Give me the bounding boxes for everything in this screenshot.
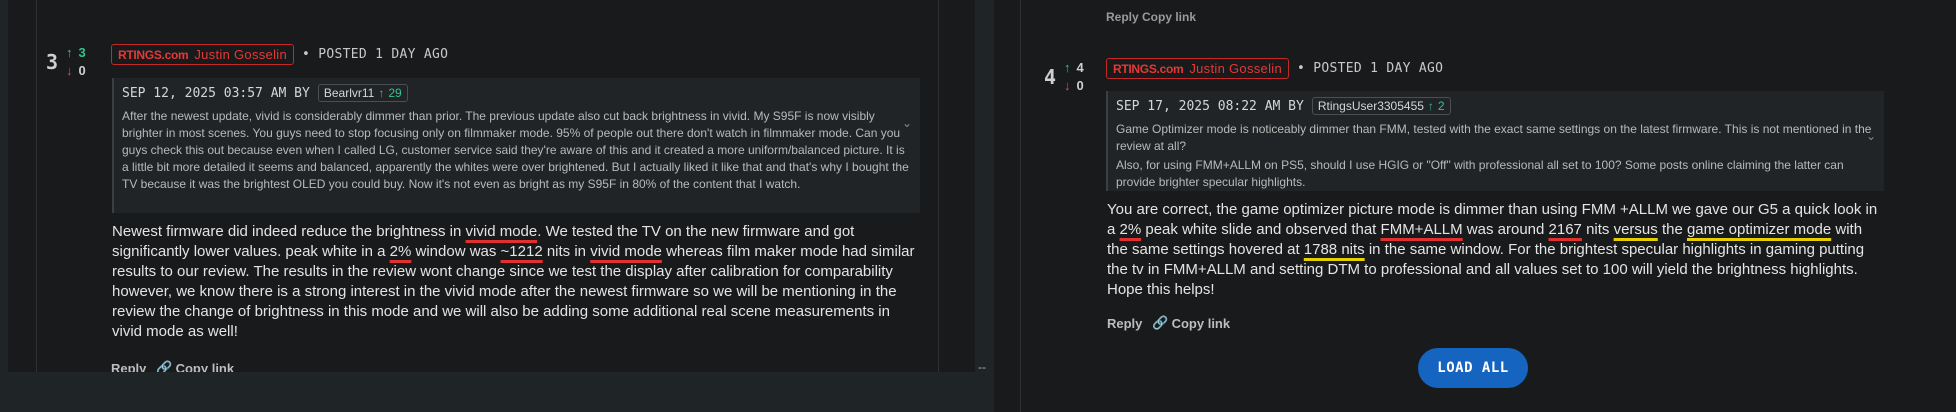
quote-user-votes: 29 — [388, 86, 402, 100]
rtings-logo: RTINGS.com — [118, 47, 189, 62]
downvote-count: 0 — [1076, 78, 1084, 93]
upvote-count: 4 — [1076, 60, 1084, 75]
quote-date: SEP 12, 2025 03:57 AM BY — [122, 85, 310, 101]
link-icon: 🔗 — [156, 360, 173, 372]
arrow-up-icon: ↑ — [1064, 60, 1071, 75]
rtings-logo: RTINGS.com — [1113, 61, 1184, 76]
downvote-button[interactable]: ↓ 0 — [66, 63, 86, 78]
posted-time: • POSTED 1 DAY AGO — [1297, 61, 1444, 76]
copy-link-button[interactable]: 🔗 Copy link — [156, 360, 234, 372]
quote-text: Also, for using FMM+ALLM on PS5, should … — [1116, 158, 1844, 189]
arrow-down-icon: ↓ — [1064, 78, 1071, 93]
arrow-up-icon: ↑ — [1427, 99, 1434, 113]
arrow-up-icon: ↑ — [66, 45, 73, 60]
author-badge[interactable]: RTINGS.com Justin Gosselin — [1106, 58, 1289, 79]
comment-panel-left: 3 ↑ 3 ↓ 0 RTINGS.com Justin Gosselin • POS… — [8, 0, 975, 372]
reply-button[interactable]: Reply — [1107, 315, 1142, 331]
comment-panel-right: Reply Copy link 4 ↑ 4 ↓ 0 RTINGS.com Justi… — [994, 0, 1956, 412]
author-name: Justin Gosselin — [1189, 61, 1282, 76]
quote-user-badge[interactable]: RtingsUser3305455 ↑ 2 — [1311, 97, 1451, 115]
load-all-button[interactable]: LOAD ALL — [1418, 348, 1528, 388]
vote-block: 4 ↑ 4 ↓ 0 — [1044, 60, 1084, 93]
comment-header: RTINGS.com Justin Gosselin • POSTED 1 DA… — [1106, 58, 1443, 79]
comment-header: RTINGS.com Justin Gosselin • POSTED 1 DA… — [111, 44, 448, 65]
comment-rank: 4 — [1044, 64, 1057, 89]
arrow-up-icon: ↑ — [378, 86, 385, 100]
posted-time: • POSTED 1 DAY AGO — [302, 47, 449, 62]
arrow-down-icon: ↓ — [66, 63, 73, 78]
downvote-button[interactable]: ↓ 0 — [1064, 78, 1084, 93]
upvote-button[interactable]: ↑ 4 — [1064, 60, 1084, 75]
quote-date: SEP 17, 2025 08:22 AM BY — [1116, 98, 1304, 114]
quote-text: After the newest update, vivid is consid… — [122, 109, 909, 191]
quote-user: Bearlvr11 — [323, 86, 375, 100]
quote-user-badge[interactable]: Bearlvr11 ↑ 29 — [317, 84, 408, 102]
chevron-down-icon[interactable]: ⌄ — [1866, 129, 1876, 143]
quote-user-votes: 2 — [1437, 99, 1445, 113]
quote-text: Game Optimizer mode is noticeably dimmer… — [1116, 122, 1872, 153]
chevron-down-icon[interactable]: ⌄ — [902, 116, 912, 130]
downvote-count: 0 — [78, 63, 86, 78]
vote-block: 3 ↑ 3 ↓ 0 — [46, 45, 86, 78]
previous-comment-actions: Reply Copy link — [1106, 10, 1196, 24]
upvote-button[interactable]: ↑ 3 — [66, 45, 86, 60]
reply-text: You are correct, the game optimizer pict… — [1107, 201, 1878, 298]
thread-line — [36, 0, 37, 372]
separator: -- — [978, 360, 986, 374]
author-badge[interactable]: RTINGS.com Justin Gosselin — [111, 44, 294, 65]
quoted-comment: SEP 12, 2025 03:57 AM BY Bearlvr11 ↑ 29 ⌄ … — [112, 78, 920, 213]
comment-actions: Reply 🔗 Copy link — [1107, 315, 1230, 331]
previous-actions-label[interactable]: Reply Copy link — [1106, 10, 1196, 24]
quote-user: RtingsUser3305455 — [1317, 99, 1424, 113]
comment-actions: Reply 🔗 Copy link — [111, 360, 234, 372]
reply-button[interactable]: Reply — [111, 360, 146, 373]
quoted-comment: SEP 17, 2025 08:22 AM BY RtingsUser33054… — [1106, 91, 1884, 191]
copy-link-button[interactable]: 🔗 Copy link — [1152, 315, 1230, 331]
thread-line — [938, 0, 939, 372]
author-name: Justin Gosselin — [194, 47, 287, 62]
thread-line — [1020, 0, 1021, 412]
link-icon: 🔗 — [1152, 315, 1169, 330]
reply-text: Newest firmware did indeed reduce the br… — [112, 223, 915, 340]
comment-rank: 3 — [46, 49, 59, 74]
upvote-count: 3 — [78, 45, 86, 60]
